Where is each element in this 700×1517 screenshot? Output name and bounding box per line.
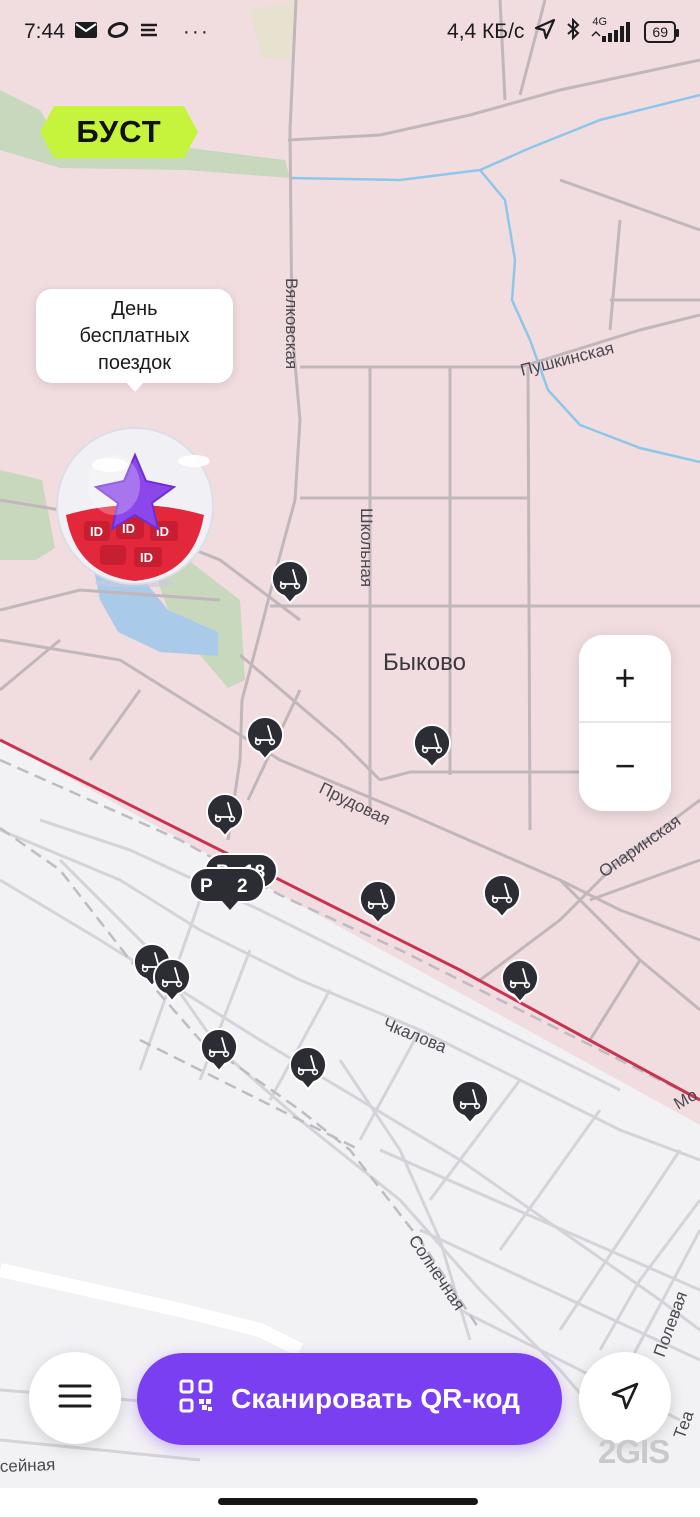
street-label-seynaya: сейная xyxy=(0,1455,56,1476)
menu-button[interactable] xyxy=(29,1352,121,1444)
parking-marker-2-count: 2 xyxy=(237,876,248,897)
battery-icon: 69 xyxy=(644,21,679,43)
locate-me-button[interactable] xyxy=(579,1352,671,1444)
globe-tag-1: ID xyxy=(90,524,103,539)
parking-marker-2-label: P xyxy=(200,876,213,897)
qr-code-icon xyxy=(179,1379,213,1420)
status-more: ··· xyxy=(182,20,210,43)
location-arrow-icon xyxy=(534,18,556,46)
zoom-out-button[interactable]: − xyxy=(579,723,671,809)
bottom-bar: Сканировать QR-код xyxy=(0,1352,700,1448)
map-provider-logo: 2GIS xyxy=(598,1433,670,1470)
boost-badge-label: БУСТ xyxy=(76,114,162,149)
globe-tag-2: ID xyxy=(122,521,135,536)
status-bar: 7:44 ··· 4,4 КБ/с 4G 69 xyxy=(0,0,700,64)
district-label: Быково xyxy=(383,649,466,676)
scan-qr-button[interactable]: Сканировать QR-код xyxy=(137,1353,562,1445)
status-network-speed: 4,4 КБ/с xyxy=(447,20,525,43)
zoom-in-button[interactable]: + xyxy=(579,635,671,721)
mail-icon xyxy=(74,20,97,44)
network-type: 4G xyxy=(592,16,608,28)
scan-qr-label: Сканировать QR-код xyxy=(231,1383,520,1414)
signal-bars-icon: 4G xyxy=(590,16,634,44)
promo-bubble-line-3: поездок xyxy=(98,351,171,374)
navigation-arrow-icon xyxy=(610,1381,640,1416)
street-label-shkolnaya: Школьная xyxy=(357,508,376,587)
globe-tag-4: ID xyxy=(140,550,153,565)
boost-badge[interactable]: БУСТ xyxy=(40,104,198,160)
home-indicator[interactable] xyxy=(218,1498,478,1505)
promo-bubble[interactable]: День бесплатных поездок xyxy=(36,289,233,392)
hamburger-menu-icon xyxy=(58,1383,92,1414)
circle-notification-icon xyxy=(107,20,129,44)
menu-lines-icon xyxy=(139,20,159,44)
promo-bubble-line-2: бесплатных xyxy=(79,324,190,347)
promo-globe[interactable]: ID ID ID ID xyxy=(54,425,216,588)
street-label-vyalkovskaya: Вялковская xyxy=(282,278,301,369)
bluetooth-icon xyxy=(566,17,580,46)
status-time: 7:44 xyxy=(24,20,65,43)
zoom-controls: + − xyxy=(579,635,671,811)
promo-bubble-line-1: День xyxy=(111,297,158,320)
